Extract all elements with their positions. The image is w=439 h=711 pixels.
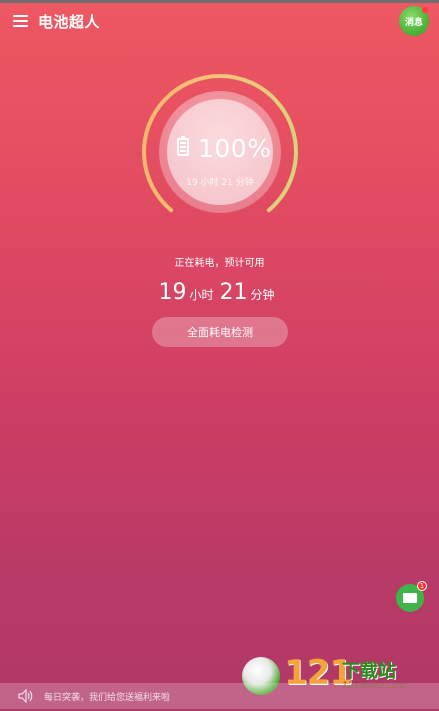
message-button[interactable]: 消息	[399, 6, 429, 36]
battery-percent: 100%	[198, 134, 272, 163]
notice-bar[interactable]: 每日突袭，我们给您送福利来啦	[0, 683, 439, 709]
battery-icon	[177, 136, 189, 156]
speaker-icon	[18, 689, 33, 703]
hours-unit: 小时	[189, 288, 214, 302]
notice-text: 每日突袭，我们给您送福利来啦	[44, 692, 171, 703]
watermark-brand: 下载站	[342, 661, 396, 682]
remaining-time: 19 小时 21 分钟	[0, 280, 439, 305]
battery-gauge: 100% 19 小时 21 分钟	[140, 72, 300, 232]
message-dot	[422, 7, 428, 13]
message-label: 消息	[404, 17, 423, 28]
minutes-unit: 分钟	[250, 288, 275, 302]
full-power-check-button[interactable]: 全面耗电检测	[152, 317, 288, 347]
app-bar: 电池超人 消息	[0, 3, 439, 39]
gauge-remaining-time: 19 小时 21 分钟	[186, 178, 254, 188]
envelope-icon	[403, 593, 417, 603]
remaining-minutes: 21	[219, 280, 248, 305]
menu-icon[interactable]	[13, 15, 28, 27]
floating-message-button[interactable]: 1	[396, 581, 427, 612]
usage-status-label: 正在耗电，预计可用	[174, 258, 265, 269]
floating-badge: 1	[417, 581, 427, 591]
app-title: 电池超人	[38, 13, 101, 31]
remaining-hours: 19	[158, 280, 187, 305]
